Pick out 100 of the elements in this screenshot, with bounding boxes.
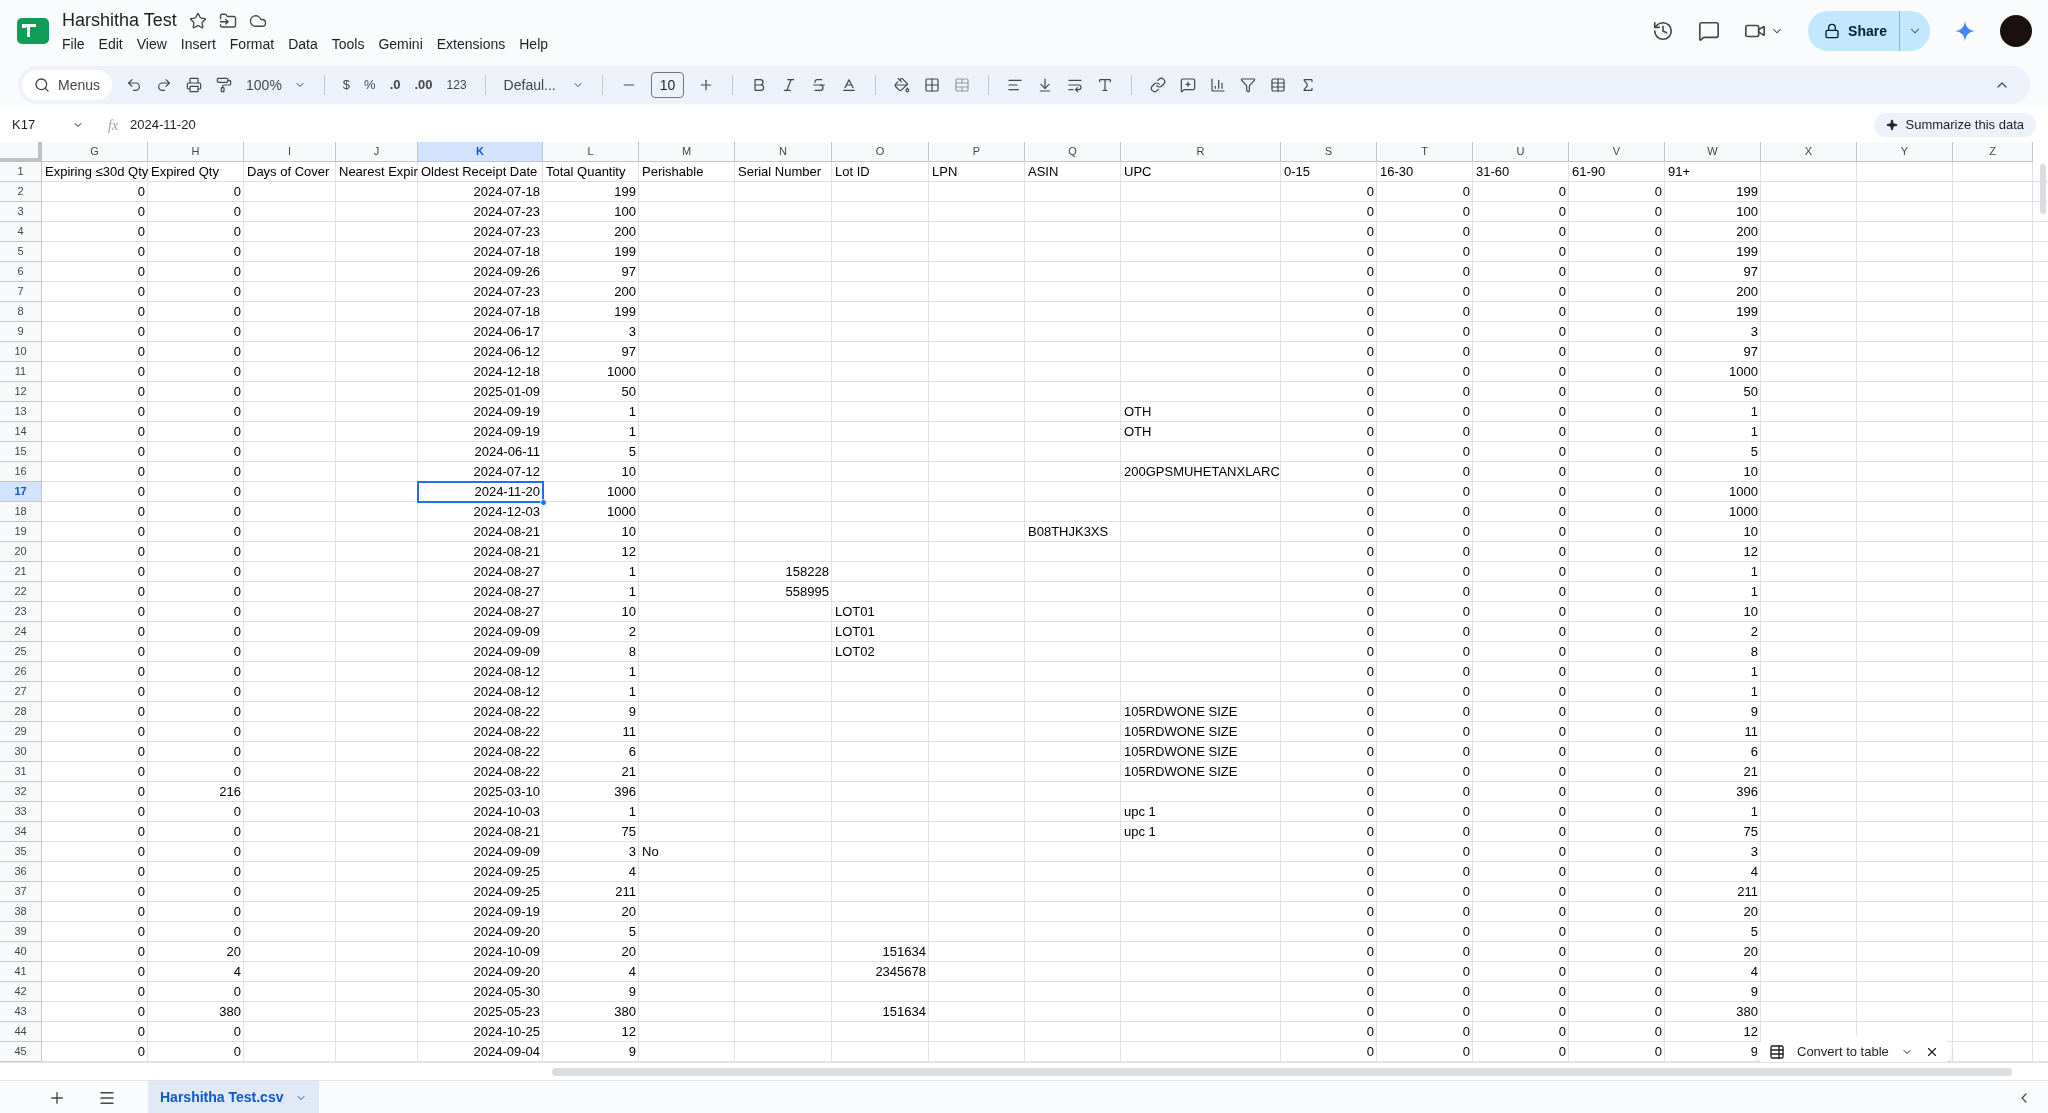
column-header[interactable]: V xyxy=(1569,142,1665,162)
column-header[interactable]: G xyxy=(42,142,148,162)
row-header[interactable]: 15 xyxy=(0,442,42,462)
document-title[interactable]: Harshitha Test xyxy=(62,7,177,34)
menu-item[interactable]: Edit xyxy=(98,34,123,55)
chart-icon[interactable] xyxy=(1210,77,1227,93)
link-icon[interactable] xyxy=(1150,77,1167,93)
convert-to-table-chip[interactable]: Convert to table xyxy=(1757,1036,1951,1062)
column-header[interactable]: T xyxy=(1377,142,1473,162)
row-header[interactable]: 30 xyxy=(0,742,42,762)
menu-item[interactable]: Format xyxy=(229,34,275,55)
text-rotation-icon[interactable] xyxy=(1097,77,1114,93)
menu-item[interactable]: Tools xyxy=(331,34,365,55)
formula-field[interactable]: 2024-11-20 xyxy=(130,115,196,135)
increase-decimal-button[interactable]: .00 xyxy=(414,75,433,95)
column-header[interactable]: N xyxy=(735,142,832,162)
row-header[interactable]: 18 xyxy=(0,502,42,522)
vertical-scrollbar[interactable] xyxy=(2040,164,2046,214)
row-header[interactable]: 41 xyxy=(0,962,42,982)
star-icon[interactable] xyxy=(188,11,207,30)
currency-button[interactable]: $ xyxy=(342,75,351,95)
column-header[interactable]: O xyxy=(832,142,929,162)
row-header[interactable]: 2 xyxy=(0,182,42,202)
row-header[interactable]: 37 xyxy=(0,882,42,902)
column-header[interactable]: J xyxy=(336,142,418,162)
column-header[interactable]: K xyxy=(418,142,543,162)
row-header[interactable]: 8 xyxy=(0,302,42,322)
text-color-icon[interactable] xyxy=(841,77,858,93)
row-header[interactable]: 23 xyxy=(0,602,42,622)
row-header[interactable]: 17 xyxy=(0,482,42,502)
percent-button[interactable]: % xyxy=(364,75,376,95)
summarize-button[interactable]: Summarize this data xyxy=(1873,113,2036,137)
column-header[interactable]: P xyxy=(929,142,1025,162)
column-header[interactable]: Y xyxy=(1857,142,1953,162)
column-header[interactable]: I xyxy=(244,142,336,162)
row-header[interactable]: 19 xyxy=(0,522,42,542)
zoom-dropdown[interactable]: 100% xyxy=(246,74,306,96)
row-header[interactable]: 34 xyxy=(0,822,42,842)
strikethrough-icon[interactable] xyxy=(811,77,828,93)
row-header[interactable]: 7 xyxy=(0,282,42,302)
sheet-tab[interactable]: Harshitha Test.csv xyxy=(148,1081,320,1113)
row-header[interactable]: 1 xyxy=(0,162,42,182)
menu-item[interactable]: View xyxy=(136,34,167,55)
row-header[interactable]: 44 xyxy=(0,1022,42,1042)
row-header[interactable]: 27 xyxy=(0,682,42,702)
row-header[interactable]: 4 xyxy=(0,222,42,242)
row-header[interactable]: 31 xyxy=(0,762,42,782)
column-header[interactable]: Z xyxy=(1953,142,2033,162)
font-dropdown[interactable]: Defaul... xyxy=(503,74,584,96)
row-header[interactable]: 43 xyxy=(0,1002,42,1022)
column-header[interactable]: U xyxy=(1473,142,1569,162)
menu-item[interactable]: Help xyxy=(519,34,549,55)
search-menus-field[interactable]: Menus xyxy=(22,70,113,100)
column-header[interactable]: L xyxy=(543,142,639,162)
filter-icon[interactable] xyxy=(1240,77,1257,93)
row-header[interactable]: 21 xyxy=(0,562,42,582)
row-header[interactable]: 42 xyxy=(0,982,42,1002)
number-format-button[interactable]: 123 xyxy=(446,76,467,94)
row-header[interactable]: 5 xyxy=(0,242,42,262)
column-header[interactable]: W xyxy=(1665,142,1761,162)
row-header[interactable]: 22 xyxy=(0,582,42,602)
menu-item[interactable]: Gemini xyxy=(378,34,423,55)
row-header[interactable]: 45 xyxy=(0,1042,42,1062)
row-header[interactable]: 3 xyxy=(0,202,42,222)
redo-icon[interactable] xyxy=(156,77,173,93)
row-header[interactable]: 32 xyxy=(0,782,42,802)
fill-handle[interactable] xyxy=(540,499,547,506)
name-box[interactable]: K17 xyxy=(0,115,96,135)
row-header[interactable]: 36 xyxy=(0,862,42,882)
menu-item[interactable]: Extensions xyxy=(436,34,506,55)
row-header[interactable]: 14 xyxy=(0,422,42,442)
column-header[interactable]: M xyxy=(639,142,735,162)
row-header[interactable]: 6 xyxy=(0,262,42,282)
history-icon[interactable] xyxy=(1652,20,1675,42)
column-header[interactable]: H xyxy=(148,142,244,162)
row-header[interactable]: 11 xyxy=(0,362,42,382)
print-icon[interactable] xyxy=(186,77,203,93)
avatar[interactable] xyxy=(2000,15,2032,47)
menu-item[interactable]: Data xyxy=(288,34,318,55)
menu-item[interactable]: File xyxy=(62,34,85,55)
row-header[interactable]: 12 xyxy=(0,382,42,402)
sparkle-icon[interactable] xyxy=(1954,20,1976,42)
folder-icon[interactable] xyxy=(218,11,237,30)
row-header[interactable]: 39 xyxy=(0,922,42,942)
column-header[interactable]: X xyxy=(1761,142,1857,162)
row-header[interactable]: 40 xyxy=(0,942,42,962)
column-header[interactable]: R xyxy=(1121,142,1281,162)
comment-icon[interactable] xyxy=(1698,20,1721,42)
paint-format-icon[interactable] xyxy=(216,77,233,93)
sheets-logo-icon[interactable] xyxy=(16,17,50,45)
selected-cell[interactable]: 2024-11-20 xyxy=(418,482,543,502)
column-header[interactable]: S xyxy=(1281,142,1377,162)
align-icon[interactable] xyxy=(1007,77,1024,93)
menu-item[interactable]: Insert xyxy=(180,34,216,55)
row-header[interactable]: 16 xyxy=(0,462,42,482)
row-header[interactable]: 38 xyxy=(0,902,42,922)
row-header[interactable]: 35 xyxy=(0,842,42,862)
row-header[interactable]: 13 xyxy=(0,402,42,422)
horizontal-scrollbar[interactable] xyxy=(552,1067,2012,1076)
font-size-field[interactable]: 10 xyxy=(650,72,685,98)
